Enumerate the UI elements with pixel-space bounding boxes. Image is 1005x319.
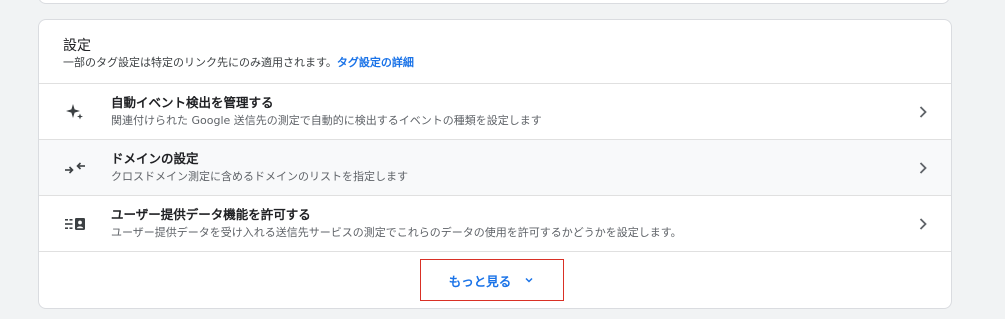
show-more-button[interactable]: もっと見る: [420, 259, 564, 301]
row-description: クロスドメイン測定に含めるドメインのリストを指定します: [111, 170, 408, 183]
merge-arrows-icon: [63, 158, 87, 178]
sparkle-icon: [63, 102, 87, 122]
chevron-down-icon: [525, 277, 533, 283]
settings-title: 設定: [63, 38, 91, 54]
row-description: ユーザー提供データを受け入れる送信先サービスの測定でこれらのデータの使用を許可す…: [111, 226, 682, 239]
chevron-right-icon: [919, 162, 927, 174]
settings-subtitle-text: 一部のタグ設定は特定のリンク先にのみ適用されます。: [63, 56, 337, 69]
show-more-area: もっと見る: [39, 252, 951, 308]
row-title: 自動イベント検出を管理する: [111, 95, 274, 110]
settings-card: 設定 一部のタグ設定は特定のリンク先にのみ適用されます。タグ設定の詳細 自動イベ…: [38, 19, 952, 309]
row-title: ユーザー提供データ機能を許可する: [111, 207, 311, 222]
show-more-label: もっと見る: [448, 273, 512, 289]
row-domain-settings[interactable]: ドメインの設定 クロスドメイン測定に含めるドメインのリストを指定します: [39, 140, 951, 196]
chevron-right-icon: [919, 218, 927, 230]
chevron-right-icon: [919, 106, 927, 118]
row-auto-event-detection[interactable]: 自動イベント検出を管理する 関連付けられた Google 送信先の測定で自動的に…: [39, 84, 951, 140]
settings-subtitle: 一部のタグ設定は特定のリンク先にのみ適用されます。タグ設定の詳細: [63, 55, 951, 71]
previous-card: [38, 0, 950, 4]
row-title: ドメインの設定: [111, 151, 199, 166]
settings-header: 設定 一部のタグ設定は特定のリンク先にのみ適用されます。タグ設定の詳細: [39, 20, 951, 84]
user-data-icon: [63, 214, 87, 234]
row-user-provided-data[interactable]: ユーザー提供データ機能を許可する ユーザー提供データを受け入れる送信先サービスの…: [39, 196, 951, 252]
row-description: 関連付けられた Google 送信先の測定で自動的に検出するイベントの種類を設定…: [111, 114, 542, 127]
tag-settings-details-link[interactable]: タグ設定の詳細: [337, 56, 414, 69]
